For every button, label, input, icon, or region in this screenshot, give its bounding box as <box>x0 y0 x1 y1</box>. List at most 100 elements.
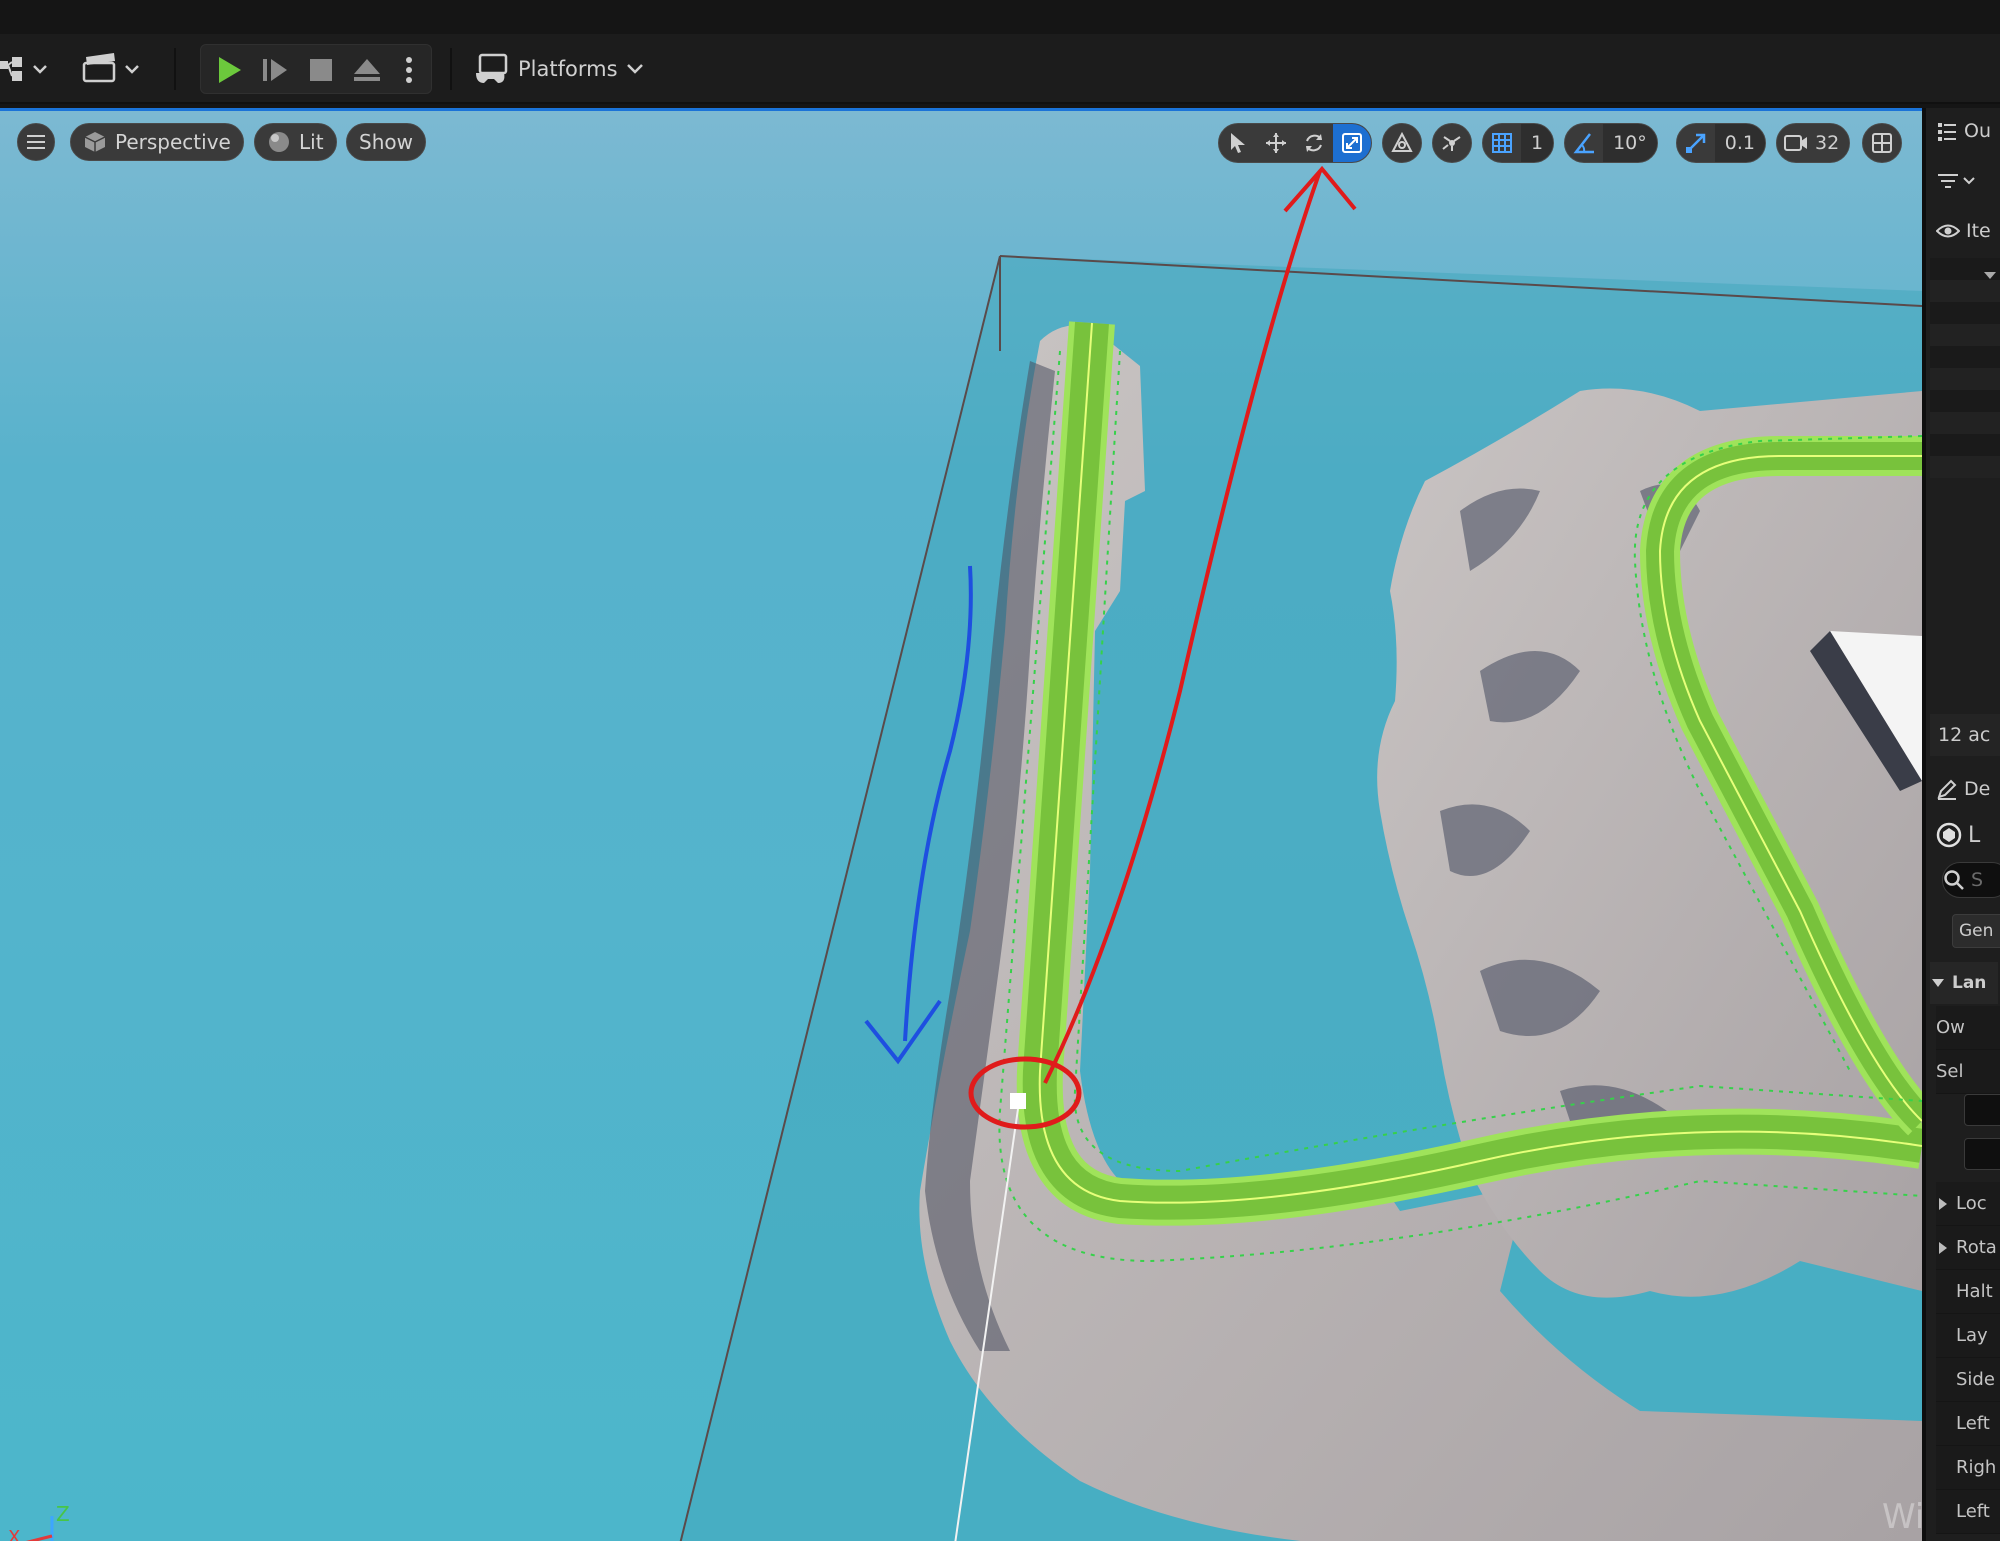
viewport-scene[interactable]: Z X <box>0 111 1922 1541</box>
toolbar-separator <box>174 48 176 90</box>
rotation-snap-value: 10° <box>1603 124 1657 162</box>
eject-icon <box>354 59 380 81</box>
cursor-arrow-icon <box>1231 133 1245 153</box>
scale-icon <box>1342 133 1362 153</box>
eject-button[interactable] <box>345 45 389 95</box>
scale-snap-control[interactable]: 0.1 <box>1675 123 1766 163</box>
tree-expand-icon[interactable] <box>1982 270 1998 282</box>
detail-field-left: Left <box>1936 1490 2000 1534</box>
transform-tools <box>1218 123 1372 163</box>
outliner-icon <box>1938 123 1956 141</box>
pencil-icon <box>1937 779 1957 800</box>
rotation-label: Rota <box>1956 1237 1997 1258</box>
stop-button[interactable] <box>299 45 343 95</box>
play-icon <box>219 57 241 83</box>
expand-arrow-icon <box>1939 1197 1947 1210</box>
surface-snapping-button[interactable] <box>1432 123 1472 163</box>
more-options-icon <box>406 57 412 83</box>
grid-snap-value: 1 <box>1521 124 1554 162</box>
show-button[interactable]: Show <box>346 123 426 161</box>
layout-grid-icon <box>1872 133 1893 153</box>
camera-speed-control[interactable]: 32 <box>1776 123 1851 163</box>
list-item[interactable] <box>1930 412 2000 434</box>
detail-field-location[interactable]: Loc <box>1936 1182 2000 1226</box>
scale-tool-button[interactable] <box>1333 124 1371 162</box>
scale-snap-icon <box>1685 133 1706 153</box>
outliner-filter-button[interactable] <box>1936 160 2000 202</box>
details-search-input[interactable]: S <box>1942 862 2000 898</box>
rotation-snap-control[interactable]: 10° <box>1564 123 1658 163</box>
list-item[interactable] <box>1930 324 2000 346</box>
outliner-tab-label: Ou <box>1964 120 1991 142</box>
section-label: Lan <box>1952 973 1987 993</box>
more-options-button[interactable] <box>391 45 427 95</box>
level-viewport[interactable]: Z X Perspective Lit Show 1 10° 0.1 32 Wi <box>0 108 1922 1541</box>
advance-frame-icon <box>263 59 287 81</box>
grid-snap-control[interactable]: 1 <box>1482 123 1555 163</box>
cinematics-dropdown[interactable] <box>82 34 144 104</box>
mode-select-icon <box>0 57 47 81</box>
selected-actor-name: L <box>1968 822 1981 848</box>
outliner-header: Ite <box>1936 210 2000 252</box>
surface-snap-icon <box>1442 136 1461 151</box>
axis-label-z: Z <box>56 1502 70 1526</box>
list-item[interactable] <box>1930 434 2000 456</box>
hamburger-menu-icon <box>27 135 45 149</box>
platforms-icon <box>476 53 508 83</box>
viewport-toolbar-right: 1 10° 0.1 32 <box>1218 123 1903 163</box>
actor-icon <box>1936 822 1962 848</box>
landscape-section-header[interactable]: Lan <box>1930 962 1998 1004</box>
advance-frame-button[interactable] <box>253 45 297 95</box>
visibility-eye-icon[interactable] <box>1936 222 1960 240</box>
list-item[interactable] <box>1930 302 2000 324</box>
viewport-menu-button[interactable] <box>17 123 55 161</box>
scale-snap-value: 0.1 <box>1714 124 1765 162</box>
detail-field-input[interactable] <box>1964 1138 2000 1170</box>
detail-field-rotation[interactable]: Rota <box>1936 1226 2000 1270</box>
detail-field-half-width: Halt <box>1936 1270 2000 1314</box>
lit-mode-button[interactable]: Lit <box>254 123 337 161</box>
outliner-column-label: Ite <box>1966 220 1991 242</box>
detail-field-side-falloff: Side <box>1936 1358 2000 1402</box>
platforms-label: Platforms <box>518 57 618 81</box>
search-icon <box>1944 870 1964 890</box>
viewport-layout-button[interactable] <box>1862 123 1903 163</box>
coordinate-system-button[interactable] <box>1382 123 1422 163</box>
platforms-dropdown[interactable]: Platforms <box>474 44 644 94</box>
details-tab[interactable]: De <box>1936 768 2000 810</box>
axis-label-x: X <box>8 1527 20 1541</box>
list-item[interactable] <box>1930 368 2000 390</box>
play-button[interactable] <box>207 45 251 95</box>
list-item[interactable] <box>1930 346 2000 368</box>
search-placeholder: S <box>1971 869 1984 891</box>
move-arrows-icon <box>1266 133 1286 153</box>
outliner-tab[interactable]: Ou <box>1936 110 2000 152</box>
grid-icon <box>1492 133 1512 153</box>
general-filter-button[interactable]: Gen <box>1952 914 2000 948</box>
detail-field-input[interactable] <box>1964 1094 2000 1126</box>
angle-icon <box>1573 133 1595 154</box>
right-side-panel: Ou Ite 12 ac De L S Gen Lan Ow Sel Loc R… <box>1922 108 2000 1541</box>
outliner-item-list[interactable] <box>1930 258 2000 658</box>
expand-arrow-icon <box>1939 1241 1947 1254</box>
mode-select-dropdown[interactable] <box>0 34 54 104</box>
chevron-down-icon <box>626 64 643 74</box>
world-coordinate-icon <box>1391 131 1413 152</box>
rotate-tool-button[interactable] <box>1295 124 1333 162</box>
details-tab-label: De <box>1964 778 1991 800</box>
rotate-icon <box>1306 134 1322 152</box>
translate-tool-button[interactable] <box>1257 124 1295 162</box>
lit-sphere-icon <box>269 132 289 152</box>
location-label: Loc <box>1956 1193 1987 1214</box>
filter-icon <box>1938 174 1975 188</box>
perspective-button[interactable]: Perspective <box>70 123 244 161</box>
list-item[interactable] <box>1930 390 2000 412</box>
cinematics-icon <box>82 53 139 83</box>
stop-icon <box>310 59 332 81</box>
list-item[interactable] <box>1930 456 2000 478</box>
select-tool-button[interactable] <box>1219 124 1257 162</box>
spline-control-point[interactable] <box>1010 1093 1026 1109</box>
selected-actor-header: L <box>1936 814 2000 856</box>
camera-icon <box>1784 135 1807 151</box>
list-item[interactable] <box>1930 280 2000 302</box>
